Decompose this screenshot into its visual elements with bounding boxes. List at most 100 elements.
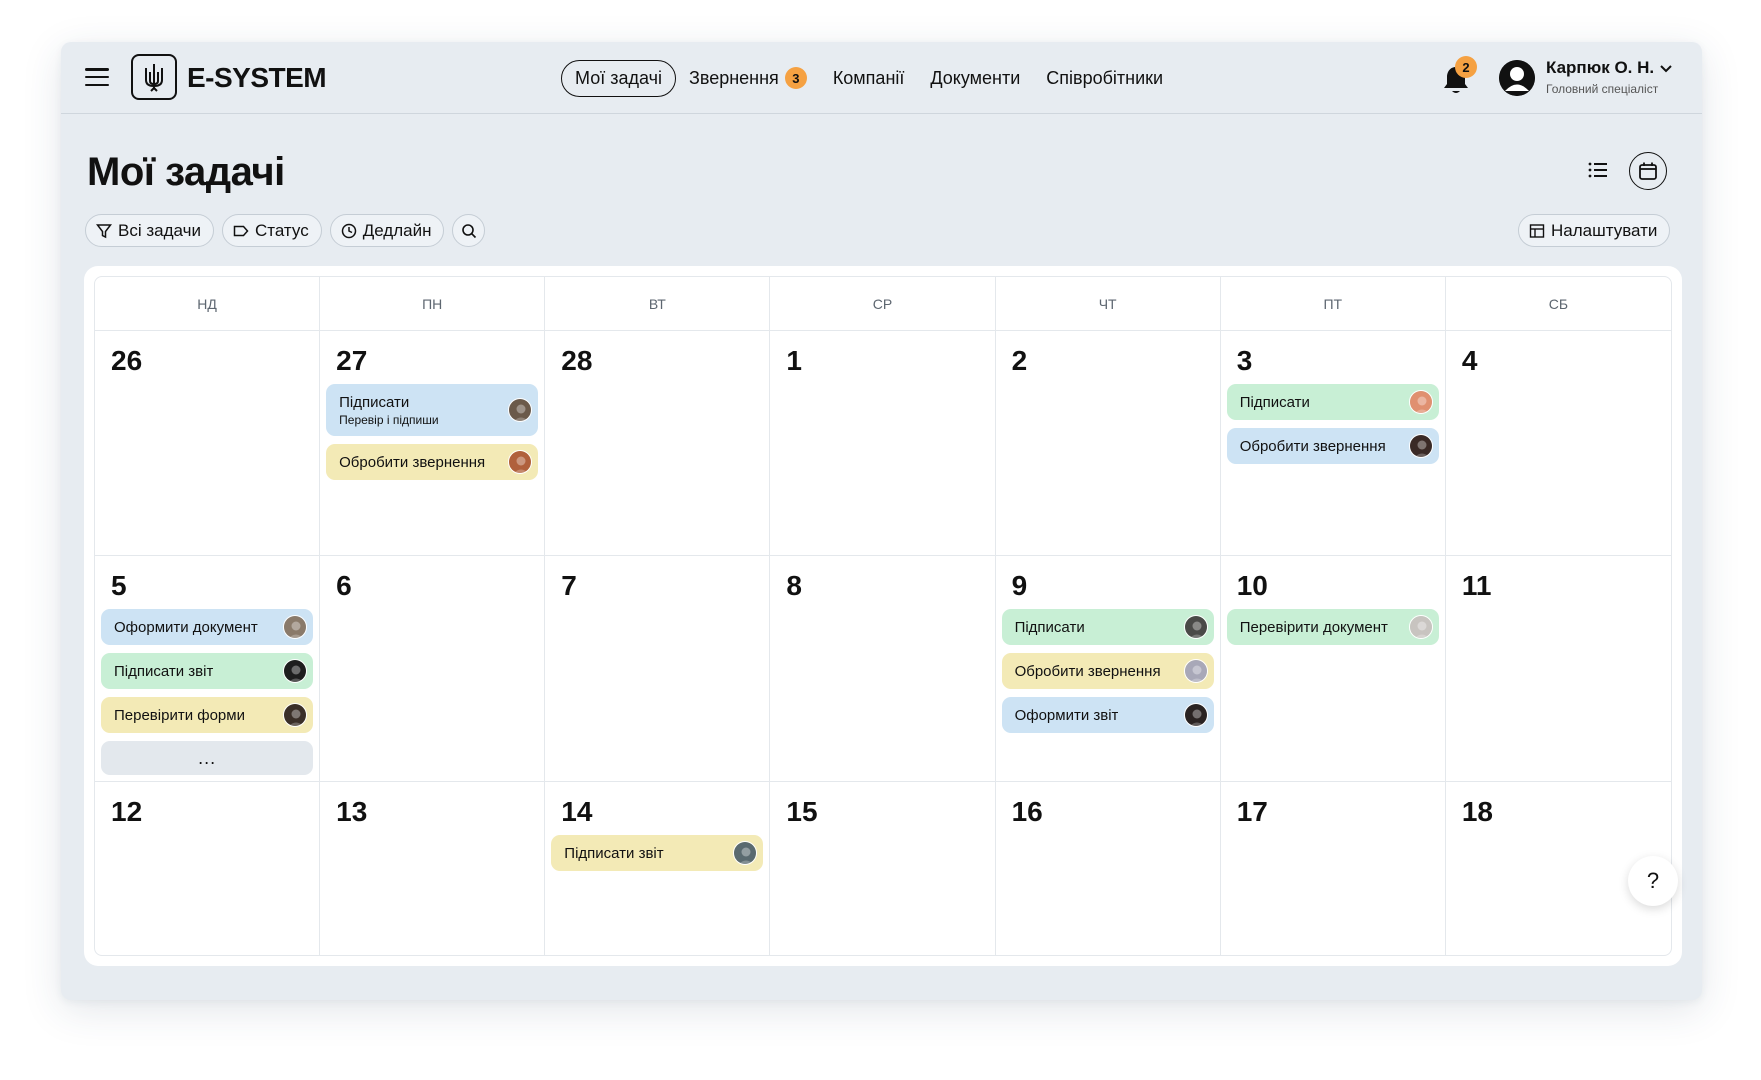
- nav-item-companies[interactable]: Компанії: [820, 60, 918, 97]
- calendar-day-cell[interactable]: 28: [545, 331, 771, 556]
- calendar-day-cell[interactable]: 27 Підписати Перевір і підпиши Обробити зве…: [320, 331, 546, 556]
- day-number: 4: [1461, 345, 1478, 376]
- user-name[interactable]: Карпюк О. Н.: [1546, 58, 1654, 78]
- calendar-day-cell[interactable]: 7: [545, 556, 771, 782]
- assignee-avatar: [508, 398, 533, 422]
- task-chip[interactable]: Обробити звернення: [326, 444, 539, 480]
- weekday-header: ПТ: [1220, 277, 1446, 331]
- calendar-day-cell[interactable]: 14 Підписати звіт: [545, 782, 771, 955]
- nav-label: Звернення: [688, 67, 779, 88]
- calendar-day-cell[interactable]: 17: [1221, 782, 1446, 955]
- calendar-day-cell[interactable]: 8: [770, 556, 996, 782]
- filter-label: Всі задачи: [118, 220, 201, 240]
- nav-item-documents[interactable]: Документи: [917, 60, 1033, 97]
- assignee-avatar: [283, 703, 308, 727]
- nav-item-my-tasks[interactable]: Мої задачі: [561, 59, 676, 97]
- list-view-icon[interactable]: [1586, 158, 1610, 182]
- weekday-header: НД: [95, 277, 321, 331]
- day-number: 28: [561, 345, 593, 376]
- calendar-day-cell[interactable]: 16: [996, 782, 1221, 955]
- weekday-header: ПН: [320, 277, 546, 331]
- task-title: Перевірити форми: [114, 706, 245, 724]
- help-button[interactable]: ?: [1628, 856, 1678, 906]
- task-title: Обробити звернення: [339, 453, 486, 471]
- weekday-header: ЧТ: [995, 277, 1221, 331]
- calendar-day-cell[interactable]: 15: [770, 782, 996, 955]
- search-icon: [462, 223, 477, 238]
- help-label: ?: [1646, 868, 1660, 893]
- calendar-view-icon[interactable]: [1629, 152, 1667, 190]
- filter-icon: [96, 223, 112, 238]
- task-title: Підписати: [339, 393, 410, 411]
- filter-deadline-button[interactable]: Дедлайн: [329, 214, 445, 247]
- task-chip[interactable]: Перевірити форми: [101, 697, 314, 733]
- task-chip[interactable]: Підписати: [1001, 609, 1214, 645]
- calendar-day-cell[interactable]: 3 Підписати Обробити звернення: [1220, 331, 1446, 556]
- day-number: 15: [786, 796, 818, 827]
- task-chip[interactable]: Обробити звернення: [1001, 653, 1214, 689]
- task-chip[interactable]: Оформити документ: [101, 609, 314, 645]
- top-bar: E-SYSTEM Мої задачі Звернення 3 Компанії …: [61, 42, 1702, 114]
- nav-label: Документи: [930, 67, 1021, 88]
- weekday-header: СР: [770, 277, 996, 331]
- calendar-day-cell[interactable]: 9 Підписати Обробити звернення Оформити зві…: [995, 556, 1221, 782]
- task-chip[interactable]: Підписати: [1226, 384, 1439, 420]
- filter-bar: Всі задачи Статус Дедлайн: [85, 214, 486, 247]
- nav-item-employees[interactable]: Співробітники: [1033, 60, 1176, 97]
- day-number: 16: [1011, 796, 1043, 827]
- task-title: Підписати: [1014, 618, 1085, 636]
- task-chip[interactable]: Обробити звернення: [1226, 428, 1439, 464]
- task-chip[interactable]: Підписати звіт: [551, 835, 764, 871]
- day-number: 11: [1461, 570, 1492, 601]
- requests-count-badge: 3: [784, 67, 807, 89]
- task-chip[interactable]: Підписати звіт: [101, 653, 314, 689]
- day-number: 7: [561, 570, 577, 601]
- tag-icon: [233, 225, 249, 236]
- nav-label: Мої задачі: [575, 67, 662, 88]
- customize-button[interactable]: Налаштувати: [1518, 214, 1671, 247]
- task-title: Обробити звернення: [1014, 662, 1161, 680]
- calendar-day-cell[interactable]: 26: [95, 331, 321, 556]
- task-chip[interactable]: Підписати Перевір і підпиши: [326, 384, 539, 436]
- calendar-day-cell[interactable]: 10 Перевірити документ: [1220, 556, 1446, 782]
- logo-text: E-SYSTEM: [187, 62, 327, 93]
- task-title: Підписати: [1239, 393, 1310, 411]
- day-number: 13: [336, 796, 368, 827]
- more-tasks-button[interactable]: ...: [101, 741, 314, 775]
- filter-all-tasks-button[interactable]: Всі задачи: [85, 214, 214, 247]
- task-chip[interactable]: Перевірити документ: [1226, 609, 1439, 645]
- task-chip[interactable]: Оформити звіт: [1001, 697, 1214, 733]
- day-number: 9: [1011, 570, 1028, 601]
- day-number: 10: [1236, 570, 1268, 601]
- assignee-avatar: [1183, 703, 1208, 727]
- day-number: 5: [111, 570, 127, 601]
- calendar-day-cell[interactable]: 13: [320, 782, 546, 955]
- nav-label: Співробітники: [1046, 67, 1164, 88]
- assignee-avatar: [508, 450, 533, 474]
- task-title: Підписати звіт: [114, 662, 214, 680]
- main-nav: Мої задачі Звернення 3 Компанії Документи…: [561, 59, 1176, 97]
- calendar-day-cell[interactable]: 1: [770, 331, 996, 556]
- calendar-day-cell[interactable]: 5 Оформити документ Підписати звіт Перевіри…: [95, 556, 321, 782]
- nav-item-requests[interactable]: Звернення 3: [676, 59, 820, 97]
- filter-label: Статус: [254, 220, 309, 240]
- assignee-avatar: [733, 841, 758, 865]
- filter-status-button[interactable]: Статус: [221, 214, 322, 247]
- menu-icon[interactable]: [85, 68, 109, 86]
- customize-label: Налаштувати: [1551, 220, 1658, 240]
- calendar-day-cell[interactable]: 4: [1445, 331, 1671, 556]
- calendar-day-cell[interactable]: 6: [320, 556, 546, 782]
- assignee-avatar: [283, 659, 308, 683]
- user-avatar[interactable]: [1499, 60, 1535, 96]
- task-title: Обробити звернення: [1239, 437, 1386, 455]
- calendar-day-cell[interactable]: 2: [995, 331, 1221, 556]
- calendar-grid: НД ПН ВТ СР ЧТ ПТ СБ 26 27 Підписати Перевір і під…: [94, 276, 1672, 956]
- search-button[interactable]: [452, 214, 486, 247]
- calendar-day-cell[interactable]: 12: [95, 782, 321, 955]
- trident-logo-icon[interactable]: [131, 54, 177, 100]
- table-icon: [1529, 223, 1545, 238]
- chevron-down-icon[interactable]: [1658, 60, 1674, 76]
- calendar-day-cell[interactable]: 11: [1445, 556, 1671, 782]
- day-number: 6: [336, 570, 352, 601]
- nav-label: Компанії: [832, 67, 905, 88]
